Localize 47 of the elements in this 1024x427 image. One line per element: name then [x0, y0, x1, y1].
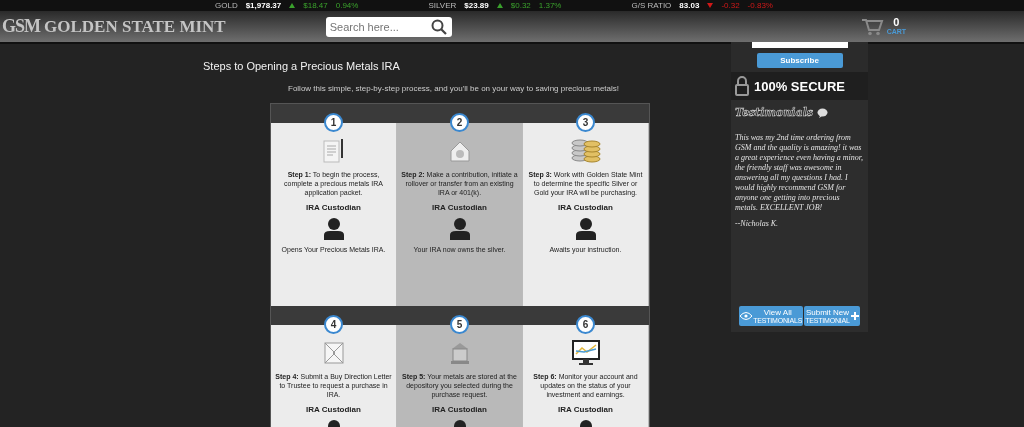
- email-field[interactable]: [751, 42, 848, 48]
- ticker-price: $1,978.37: [245, 0, 282, 11]
- custodian-label: IRA Custodian: [432, 405, 487, 414]
- ticker-percent: 1.37%: [538, 0, 562, 11]
- logo[interactable]: GSM GOLDEN STATE MINT: [2, 16, 226, 37]
- up-arrow-icon: [496, 3, 503, 8]
- testimonial-author: --Nicholas K.: [735, 219, 780, 228]
- up-arrow-icon: [289, 3, 296, 8]
- person-icon: [449, 218, 470, 240]
- down-arrow-icon: [707, 3, 714, 8]
- custodian-label: IRA Custodian: [432, 203, 487, 212]
- ticker-label: GOLD: [215, 0, 238, 11]
- ticker-change: $0.32: [510, 0, 531, 11]
- building-icon: [448, 341, 471, 365]
- plus-icon: [850, 312, 859, 320]
- search-icon[interactable]: [430, 18, 447, 35]
- envelope-icon: [322, 341, 345, 365]
- subscribe-button[interactable]: Subscribe: [756, 53, 843, 68]
- ticker-label: SILVER: [428, 0, 457, 11]
- ticker-percent: 0.94%: [335, 0, 359, 11]
- document-icon: [322, 138, 345, 164]
- ticker-label: G/S RATIO: [631, 0, 672, 11]
- ticker-price: 83.03: [679, 0, 700, 11]
- testimonial-quote: This was my 2nd time ordering from GSM and the quality is amazing! it was a great experience even having a minor, the friendly staff was awesome in answering all my questions I had. I would highly recommend GSM for anyone one getting into precious metals. EXCELLENT JOB!: [735, 133, 864, 213]
- testimonials-title: Testimonials: [735, 106, 814, 119]
- cart-icon[interactable]: [861, 17, 884, 36]
- custodian-label: IRA Custodian: [558, 405, 613, 414]
- secure-label: 100% SECURE: [754, 78, 846, 94]
- eye-icon: [740, 312, 753, 320]
- ticker-change: -0.32: [721, 0, 740, 11]
- person-icon: [323, 218, 344, 240]
- intro-text: Follow this simple, step-by-step process, and you'll be on your way to saving precious metals!: [288, 84, 620, 93]
- cart-count: 0: [893, 17, 900, 27]
- custodian-label: IRA Custodian: [558, 203, 613, 212]
- search-field[interactable]: Search here...: [325, 16, 452, 37]
- monitor-icon: [571, 340, 600, 366]
- custodian-label: IRA Custodian: [306, 405, 361, 414]
- person-icon: [575, 218, 596, 240]
- coins-icon: [569, 138, 602, 164]
- ticker-percent: -0.83%: [747, 0, 773, 11]
- page-title: Steps to Opening a Precious Metals IRA: [203, 60, 401, 72]
- speech-bubble-icon: [817, 107, 829, 118]
- ticker-price: $23.89: [464, 0, 489, 11]
- lock-icon: [735, 76, 749, 96]
- custodian-label: IRA Custodian: [306, 203, 361, 212]
- ticker-change: $18.47: [303, 0, 328, 11]
- house-icon: [448, 140, 471, 162]
